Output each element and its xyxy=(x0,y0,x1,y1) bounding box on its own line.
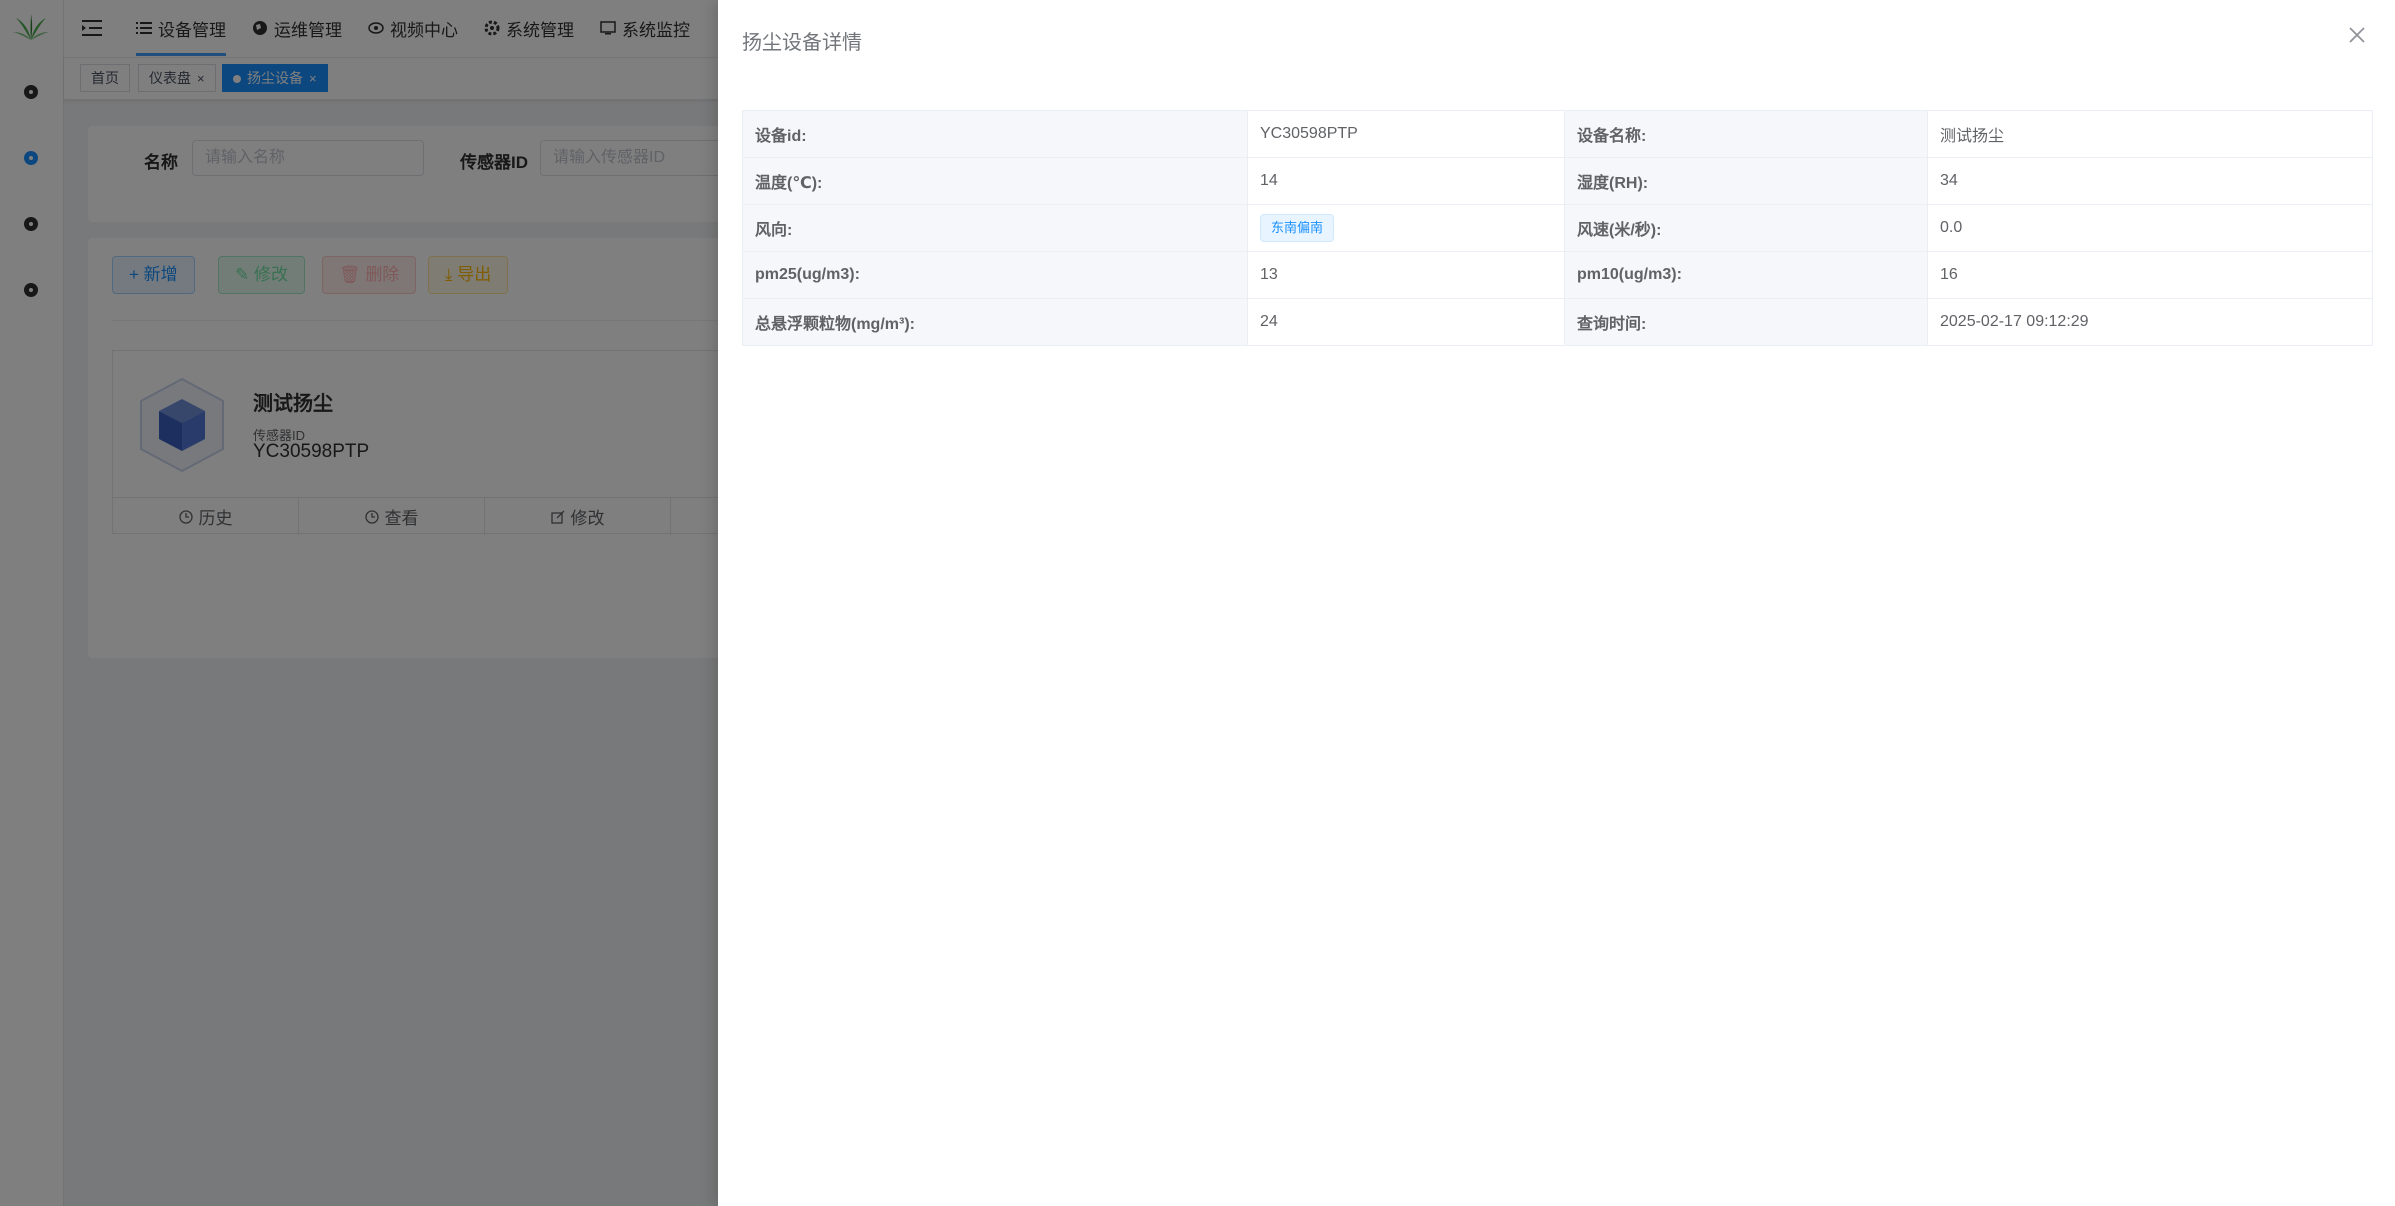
wind-speed-label: 风速(米/秒): xyxy=(1564,204,1928,252)
wind-direction-cell: 东南偏南 xyxy=(1247,204,1565,252)
wind-speed-value: 0.0 xyxy=(1927,204,2373,252)
query-time-value: 2025-02-17 09:12:29 xyxy=(1927,298,2373,346)
pm10-value: 16 xyxy=(1927,251,2373,299)
table-row: 温度(℃): 14 湿度(RH): 34 xyxy=(742,157,2373,205)
table-row: pm25(ug/m3): 13 pm10(ug/m3): 16 xyxy=(742,251,2373,299)
tsp-label: 总悬浮颗粒物(mg/m³): xyxy=(742,298,1248,346)
humidity-label: 湿度(RH): xyxy=(1564,157,1928,205)
table-row: 总悬浮颗粒物(mg/m³): 24 查询时间: 2025-02-17 09:12… xyxy=(742,298,2373,346)
wind-direction-tag: 东南偏南 xyxy=(1260,214,1335,242)
query-time-label: 查询时间: xyxy=(1564,298,1928,346)
device-name-value: 测试扬尘 xyxy=(1927,110,2373,158)
pm10-label: pm10(ug/m3): xyxy=(1564,251,1928,299)
humidity-value: 34 xyxy=(1927,157,2373,205)
table-row: 设备id: YC30598PTP 设备名称: 测试扬尘 xyxy=(742,110,2373,158)
device-id-value: YC30598PTP xyxy=(1247,110,1565,158)
close-icon[interactable] xyxy=(2347,25,2367,45)
drawer-title: 扬尘设备详情 xyxy=(742,32,862,54)
pm25-value: 13 xyxy=(1247,251,1565,299)
tsp-value: 24 xyxy=(1247,298,1565,346)
detail-table: 设备id: YC30598PTP 设备名称: 测试扬尘 温度(℃): 14 湿度… xyxy=(742,110,2373,346)
device-id-label: 设备id: xyxy=(742,110,1248,158)
table-row: 风向: 东南偏南 风速(米/秒): 0.0 xyxy=(742,204,2373,252)
temperature-value: 14 xyxy=(1247,157,1565,205)
pm25-label: pm25(ug/m3): xyxy=(742,251,1248,299)
detail-drawer: 扬尘设备详情 设备id: YC30598PTP 设备名称: 测试扬尘 温度(℃)… xyxy=(718,0,2395,1206)
temperature-label: 温度(℃): xyxy=(742,157,1248,205)
wind-direction-label: 风向: xyxy=(742,204,1248,252)
device-name-label: 设备名称: xyxy=(1564,110,1928,158)
